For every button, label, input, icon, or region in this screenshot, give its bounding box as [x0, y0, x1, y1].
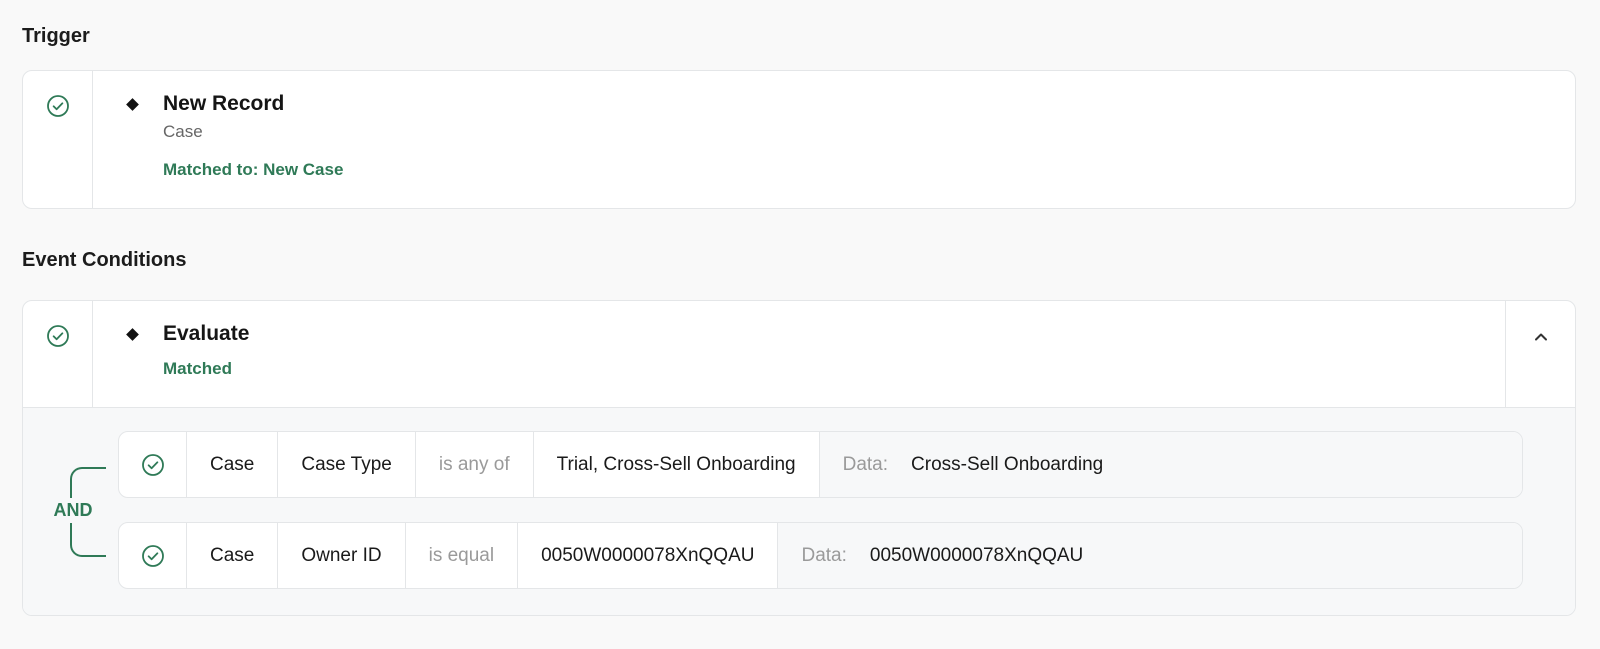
trigger-title: New Record: [163, 92, 285, 115]
chevron-up-icon[interactable]: [1532, 328, 1550, 346]
evaluate-header: Evaluate Matched: [23, 301, 1575, 408]
check-circle-icon: [141, 544, 165, 568]
check-circle-icon: [46, 324, 70, 348]
check-circle-icon: [46, 94, 70, 118]
event-conditions-section-title: Event Conditions: [22, 249, 187, 271]
condition-status-cell: [119, 523, 187, 588]
conditions-panel: AND Case Case Type is any of Trial, Cros…: [23, 408, 1575, 615]
condition-object: Case: [187, 432, 279, 497]
condition-value: 0050W0000078XnQQAU: [518, 523, 779, 588]
evaluate-title: Evaluate: [163, 322, 250, 345]
diamond-icon: [126, 327, 139, 341]
condition-data: Data: 0050W0000078XnQQAU: [778, 523, 1522, 588]
condition-field: Case Type: [278, 432, 416, 497]
evaluate-match-status: Matched: [163, 359, 232, 378]
evaluate-card: Evaluate Matched AND Case Case Type is a…: [22, 300, 1576, 616]
trigger-object: Case: [163, 122, 203, 141]
evaluate-content: Evaluate Matched: [93, 301, 1505, 407]
data-value: Cross-Sell Onboarding: [911, 453, 1104, 475]
rule-details-page: Trigger New Record Case Matched to: New …: [0, 0, 1600, 649]
diamond-icon: [126, 97, 139, 111]
condition-row: Case Case Type is any of Trial, Cross-Se…: [118, 431, 1523, 498]
collapse-button[interactable]: [1505, 301, 1575, 407]
condition-value: Trial, Cross-Sell Onboarding: [534, 432, 820, 497]
condition-operator: is equal: [406, 523, 519, 588]
condition-field: Owner ID: [278, 523, 406, 588]
trigger-section-title: Trigger: [22, 25, 90, 47]
evaluate-status-cell: [23, 301, 93, 407]
data-label: Data:: [801, 544, 847, 566]
data-label: Data:: [842, 453, 889, 475]
condition-data: Data: Cross-Sell Onboarding: [819, 432, 1522, 497]
data-value: 0050W0000078XnQQAU: [869, 544, 1084, 566]
trigger-card: New Record Case Matched to: New Case: [22, 70, 1576, 209]
condition-row: Case Owner ID is equal 0050W0000078XnQQA…: [118, 522, 1523, 589]
trigger-match-status: Matched to: New Case: [163, 160, 344, 179]
trigger-content: New Record Case Matched to: New Case: [93, 71, 1575, 208]
condition-operator: is any of: [416, 432, 534, 497]
condition-status-cell: [119, 432, 187, 497]
trigger-status-cell: [23, 71, 93, 208]
check-circle-icon: [141, 453, 165, 477]
condition-object: Case: [187, 523, 279, 588]
logic-operator-label: AND: [48, 498, 98, 523]
